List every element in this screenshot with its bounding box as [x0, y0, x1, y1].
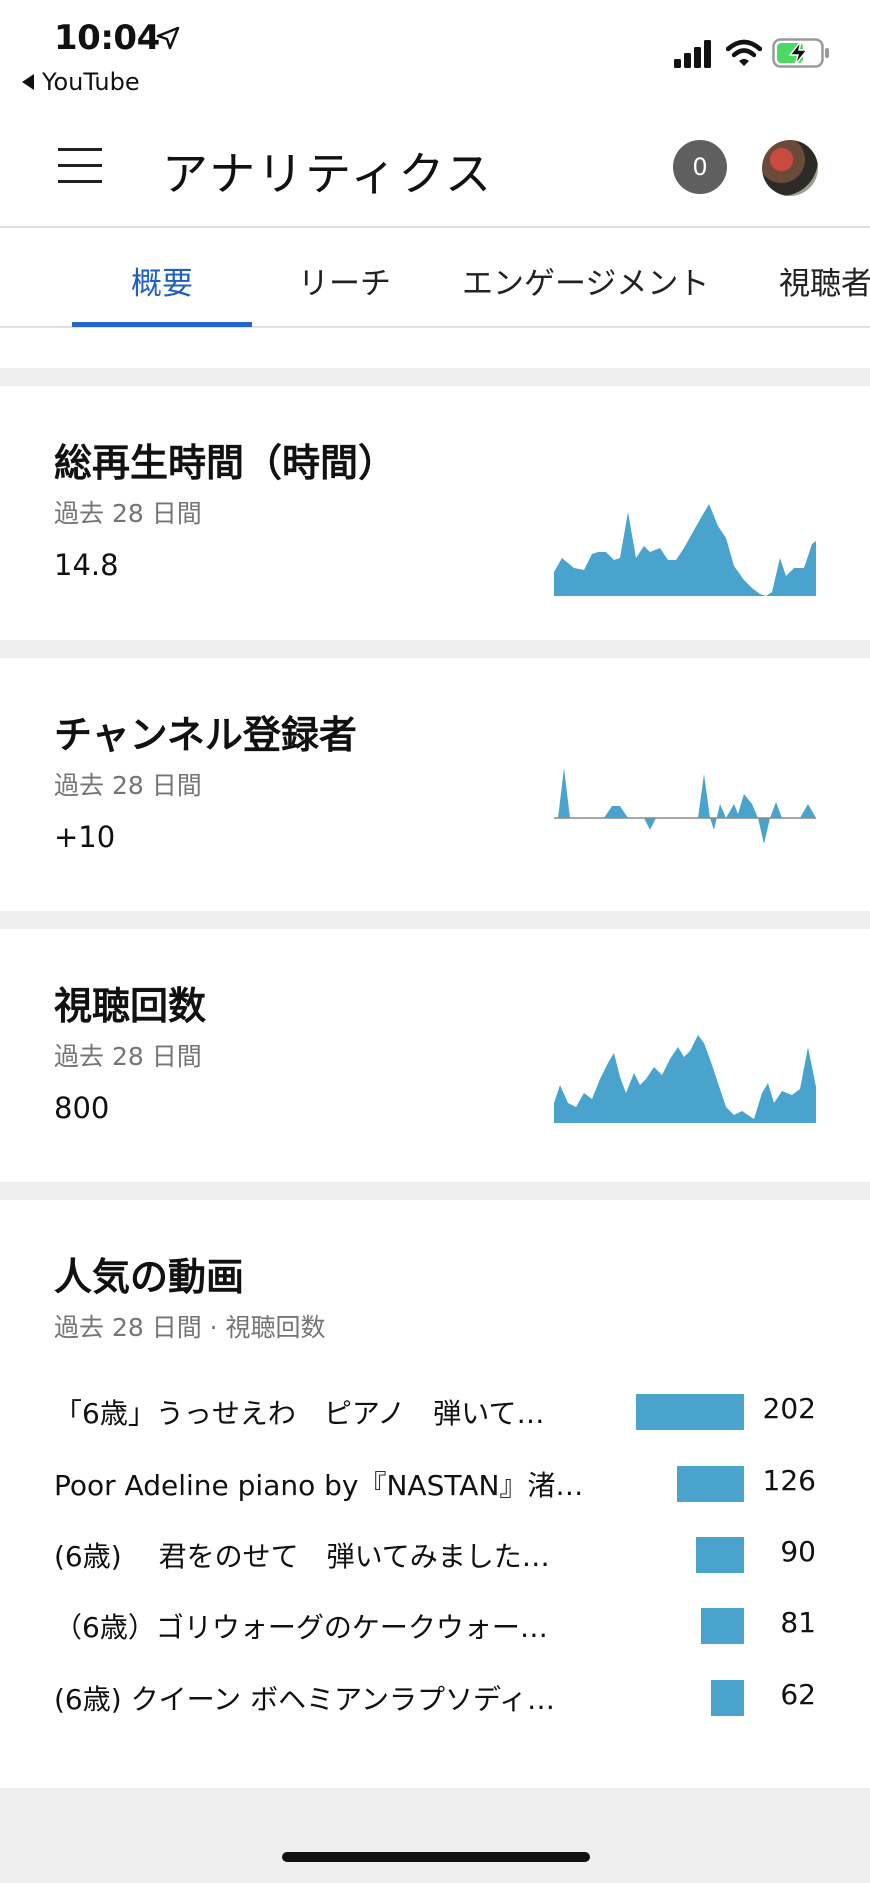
card-period: 過去 28 日間: [54, 1042, 202, 1071]
card-title: 総再生時間（時間）: [54, 441, 397, 485]
video-views-count: 62: [780, 1678, 816, 1711]
location-arrow-icon: [156, 26, 180, 50]
card-title: チャンネル登録者: [54, 713, 357, 757]
video-views-bar: [701, 1608, 744, 1644]
tab-audience[interactable]: 視聴者: [779, 258, 870, 303]
section-subtitle: 過去 28 日間 · 視聴回数: [54, 1313, 326, 1342]
video-views-count: 90: [780, 1535, 816, 1568]
card-value: 800: [54, 1091, 110, 1125]
video-title: (6歳) 君をのせて 弾いてみました…: [54, 1540, 550, 1573]
home-indicator[interactable]: [282, 1852, 590, 1862]
video-row[interactable]: 「6歳」うっせえわ ピアノ 弾いて… 202: [54, 1386, 816, 1436]
avatar[interactable]: [762, 140, 818, 196]
video-title: Poor Adeline piano by『NASTAN』渚…: [54, 1469, 584, 1502]
card-period: 過去 28 日間: [54, 771, 202, 800]
notification-badge[interactable]: 0: [673, 140, 727, 194]
tab-bar: 概要 リーチ エンゲージメント 視聴者: [0, 230, 870, 328]
popular-videos-card: 人気の動画 過去 28 日間 · 視聴回数 「6歳」うっせえわ ピアノ 弾いて……: [0, 1200, 870, 1788]
wifi-icon: [726, 39, 762, 66]
video-title: (6歳) クイーン ボヘミアンラプソディ…: [54, 1683, 555, 1716]
tab-reach[interactable]: リーチ: [298, 258, 391, 303]
status-time: 10:04: [54, 18, 160, 58]
section-divider: [0, 1182, 870, 1200]
app-header: アナリティクス 0: [0, 110, 870, 228]
bottom-area: [0, 1788, 870, 1883]
subscribers-card[interactable]: チャンネル登録者 過去 28 日間 +10: [0, 658, 870, 911]
video-views-bar: [711, 1680, 744, 1716]
video-title: （6歳）ゴリウォーグのケークウォー…: [54, 1611, 548, 1644]
status-bar: 10:04 YouTube: [0, 0, 870, 110]
section-title: 人気の動画: [54, 1255, 245, 1299]
video-title: 「6歳」うっせえわ ピアノ 弾いて…: [54, 1397, 545, 1430]
video-views-bar: [636, 1394, 744, 1430]
watch-time-card[interactable]: 総再生時間（時間） 過去 28 日間 14.8: [0, 386, 870, 640]
video-row[interactable]: Poor Adeline piano by『NASTAN』渚… 126: [54, 1458, 816, 1508]
video-row[interactable]: （6歳）ゴリウォーグのケークウォー… 81: [54, 1600, 816, 1650]
card-title: 視聴回数: [54, 984, 207, 1028]
page-title: アナリティクス: [162, 147, 493, 201]
back-app-label: YouTube: [42, 68, 140, 96]
section-divider: [0, 911, 870, 929]
tab-engagement[interactable]: エンゲージメント: [462, 258, 709, 303]
cellular-signal-icon: [674, 40, 711, 68]
active-tab-indicator: [72, 322, 252, 327]
card-value: 14.8: [54, 548, 119, 582]
hamburger-menu-icon[interactable]: [58, 148, 102, 184]
watch-time-sparkline: [554, 504, 816, 596]
views-sparkline: [554, 1035, 816, 1123]
back-triangle-icon: [22, 74, 34, 90]
views-card[interactable]: 視聴回数 過去 28 日間 800: [0, 929, 870, 1182]
video-row[interactable]: (6歳) 君をのせて 弾いてみました… 90: [54, 1529, 816, 1579]
video-row[interactable]: (6歳) クイーン ボヘミアンラプソディ… 62: [54, 1672, 816, 1722]
card-value: +10: [54, 820, 116, 854]
video-views-bar: [696, 1537, 744, 1573]
battery-charging-icon: [772, 38, 829, 68]
section-divider: [0, 640, 870, 658]
video-views-count: 126: [762, 1464, 816, 1497]
subscribers-sparkline: [554, 768, 816, 844]
video-views-count: 202: [762, 1392, 816, 1425]
video-views-bar: [677, 1466, 744, 1502]
card-period: 過去 28 日間: [54, 499, 202, 528]
back-to-app-link[interactable]: YouTube: [22, 68, 140, 96]
tab-overview[interactable]: 概要: [131, 258, 193, 303]
section-divider: [0, 368, 870, 386]
video-views-count: 81: [780, 1606, 816, 1639]
